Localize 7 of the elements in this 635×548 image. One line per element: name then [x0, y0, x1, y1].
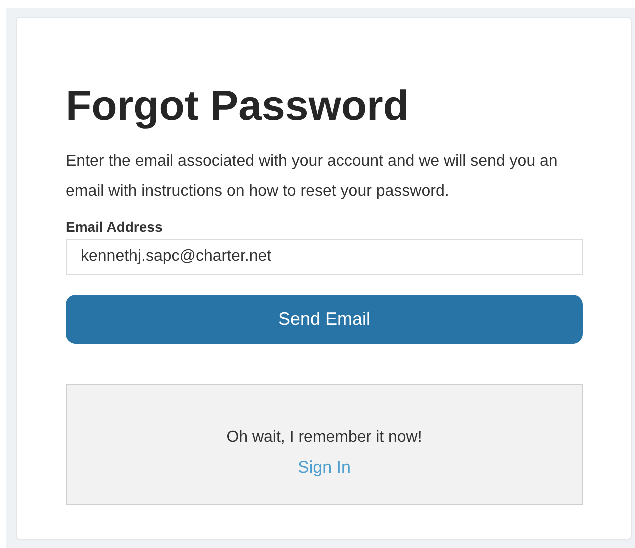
page-title: Forgot Password: [66, 81, 410, 131]
instructions-text: Enter the email associated with your account and we will send you an email with instructions on how to reset your password.: [66, 152, 559, 202]
send-email-button[interactable]: Send Email: [66, 295, 583, 344]
reminder-text: Oh wait, I remember it now!: [226, 428, 422, 448]
email-field[interactable]: kennethj.sapc@charter.net: [66, 239, 583, 275]
field-label: Email Address: [66, 218, 164, 237]
sign-in-link[interactable]: Sign In: [298, 456, 351, 480]
